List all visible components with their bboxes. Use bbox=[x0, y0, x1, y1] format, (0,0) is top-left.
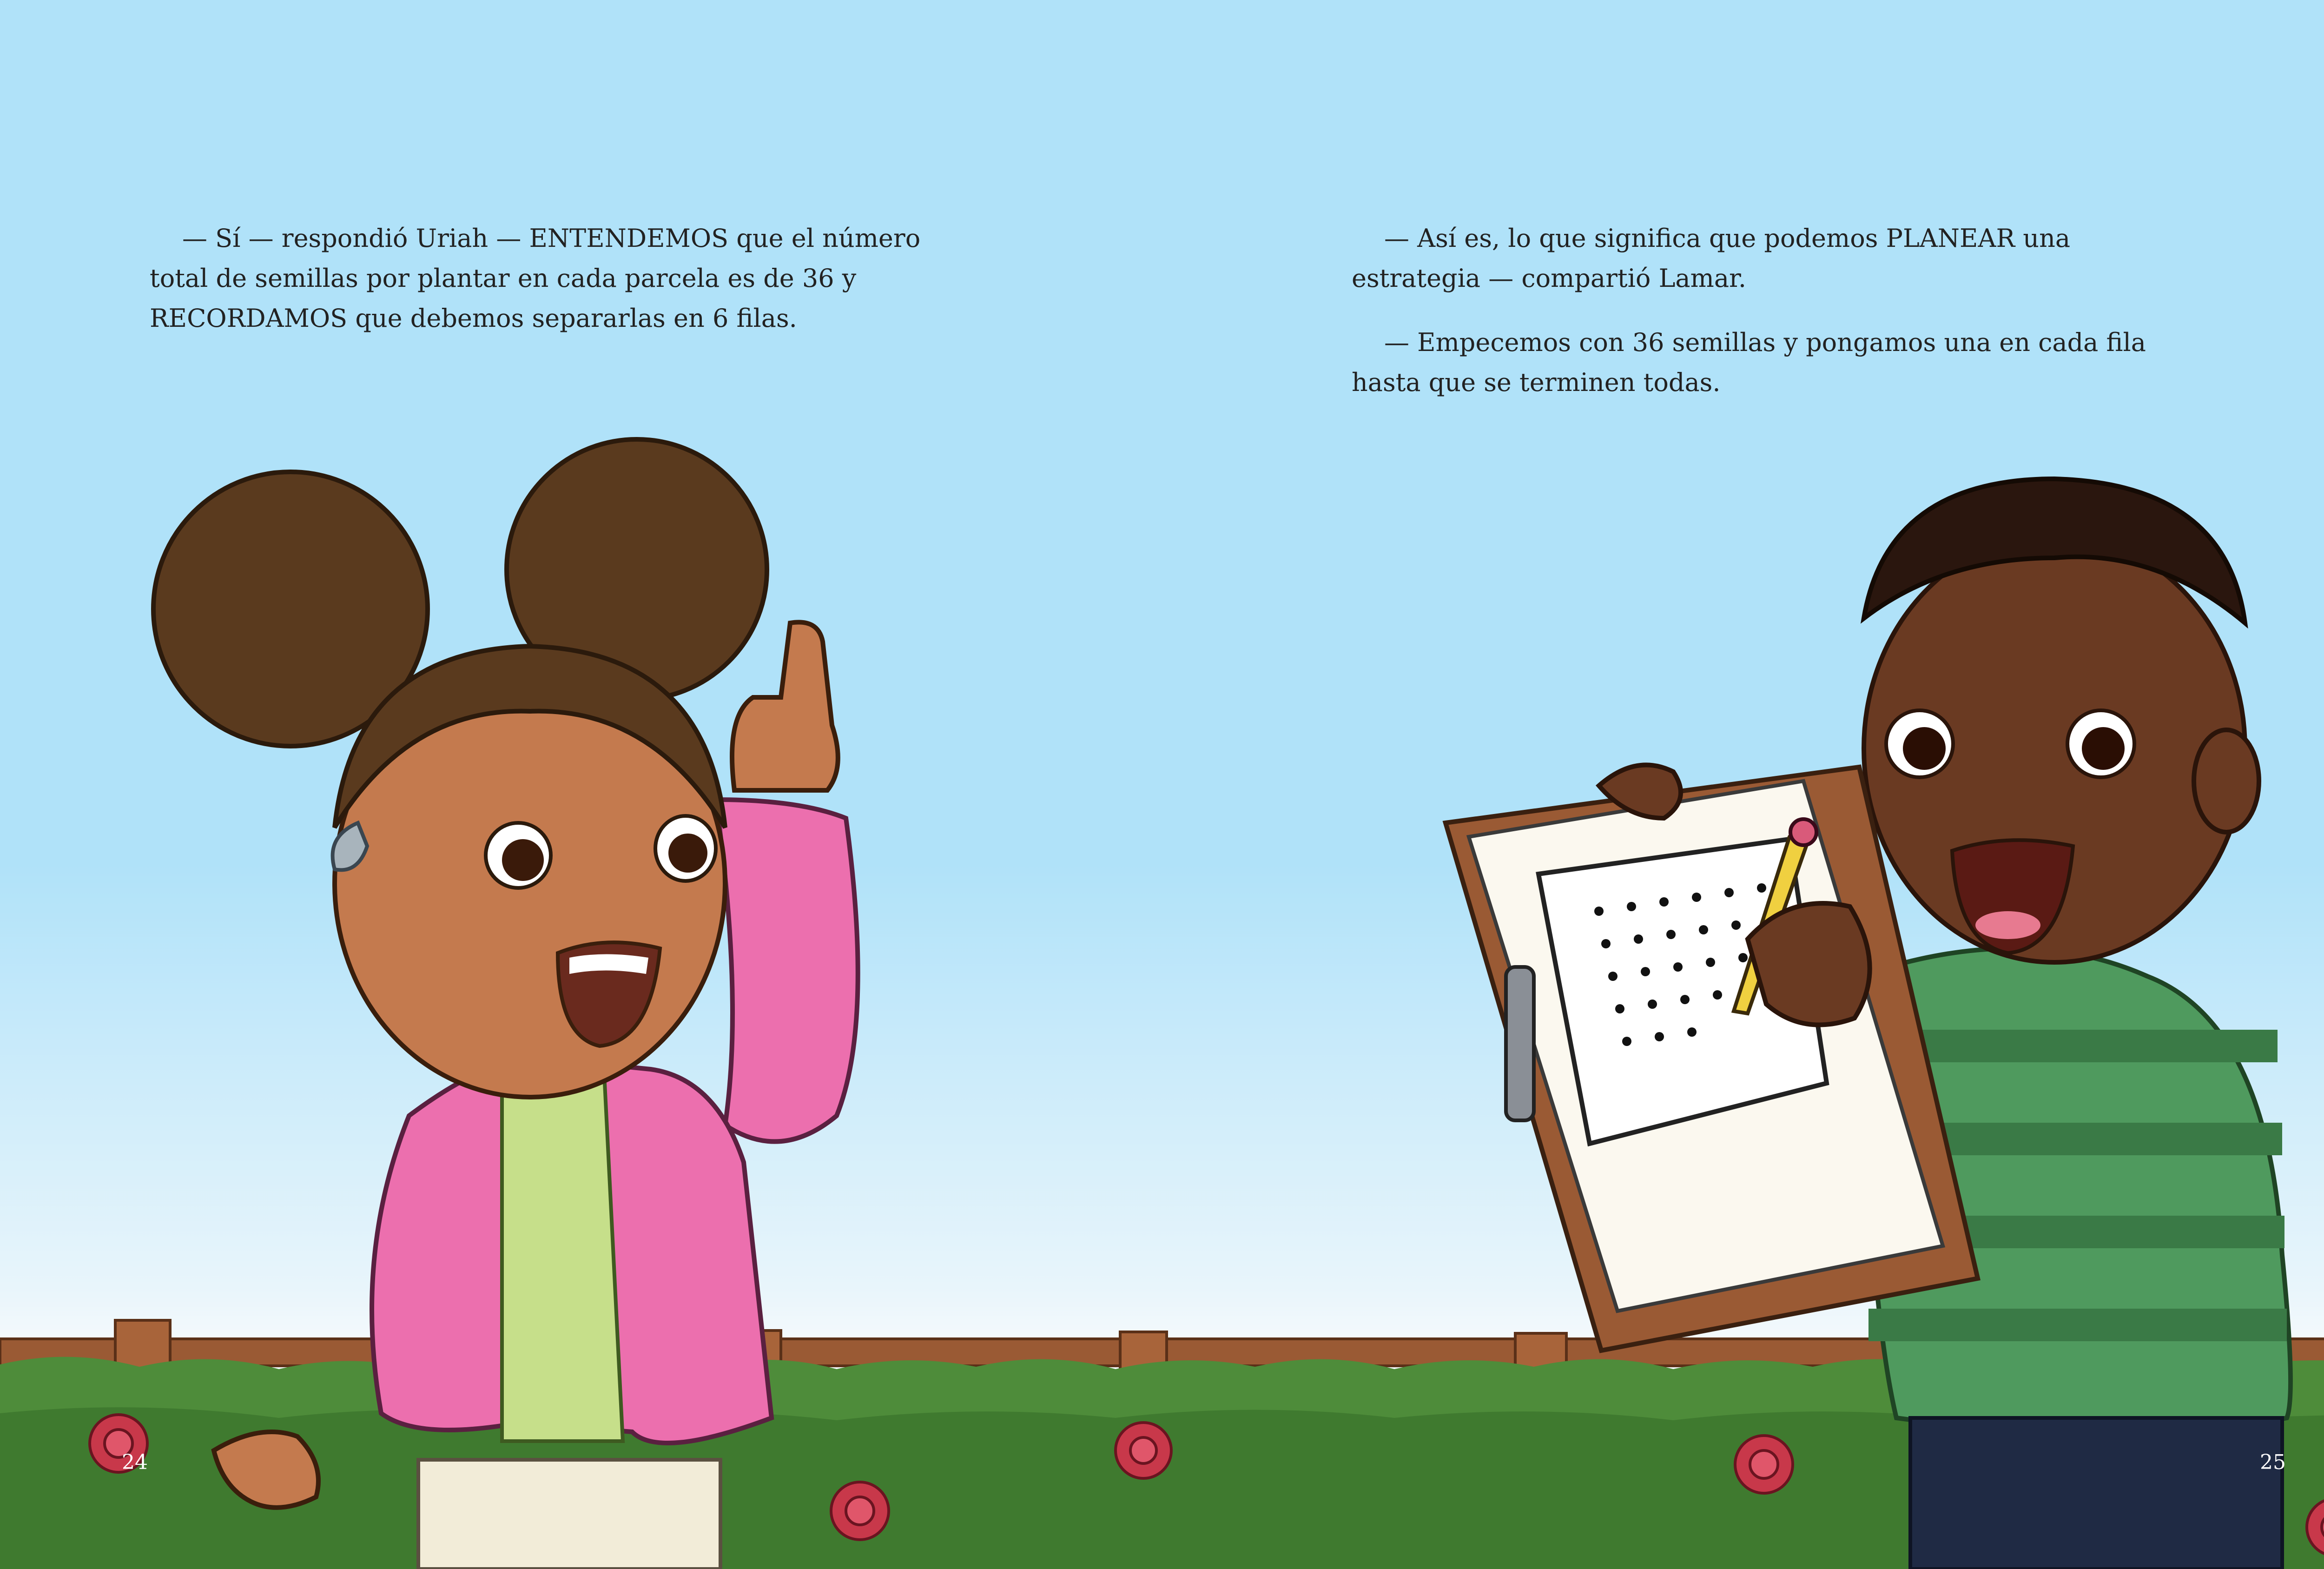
left-paragraph: — Sí — respondió Uriah — ENTENDEMOS que … bbox=[150, 224, 921, 333]
left-page-text: — Sí — respondió Uriah — ENTENDEMOS que … bbox=[150, 218, 986, 363]
page-number-right: 25 bbox=[2260, 1450, 2286, 1474]
lamar-character bbox=[1856, 476, 2293, 1569]
right-paragraph-2: — Empecemos con 36 semillas y pongamos u… bbox=[1352, 328, 2146, 397]
right-paragraph-1: — Así es, lo que significa que podemos P… bbox=[1352, 224, 2071, 293]
page-number-left: 24 bbox=[122, 1450, 148, 1474]
book-spread: — Sí — respondió Uriah — ENTENDEMOS que … bbox=[0, 0, 2324, 1569]
right-page-text: — Así es, lo que significa que podemos P… bbox=[1352, 218, 2202, 427]
